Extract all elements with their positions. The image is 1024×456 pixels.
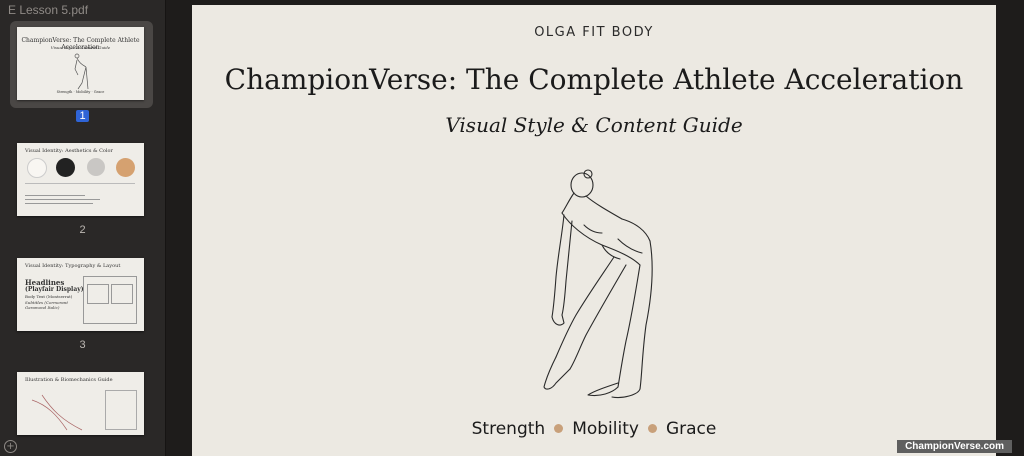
dancer-thumbnail-icon [74,53,89,90]
color-swatch [27,158,47,178]
color-swatch [56,158,75,177]
thumbnail-line: Body Text (Montserrat) [25,294,73,299]
tagline-grace: Grace [665,419,717,439]
slide-subtitle: Visual Style & Content Guide [445,113,743,137]
tagline-mobility: Mobility [572,419,639,439]
bullet-dot-icon [647,423,657,433]
watermark-badge: ChampionVerse.com [897,440,1012,453]
thumbnail-subtitle: Visual Style & Content Guide [50,45,111,50]
thumbnail-image[interactable]: Illustration & Biomechanics Guide [17,372,144,435]
thumbnail-title: Visual Identity: Typography & Layout [25,263,121,269]
thumbnail-image[interactable]: Visual Identity: Typography & Layout Hea… [17,258,144,331]
thumbnail-title: Visual Identity: Aesthetics & Color [25,148,113,154]
info-box [105,390,137,430]
color-swatch [116,158,135,177]
divider [25,195,85,196]
bullet-dot-icon [554,423,564,433]
thumbnail-image[interactable]: Visual Identity: Aesthetics & Color [17,143,144,216]
brand-label: OLGA FIT BODY [534,25,654,40]
ballet-dancer-illustration [543,169,653,399]
thumbnail-image[interactable]: ChampionVerse: The Complete Athlete Acce… [17,27,144,100]
color-swatch [87,158,105,176]
add-page-icon[interactable]: + [4,440,17,453]
divider [25,199,100,200]
page-number-1: 1 [0,110,165,122]
document-title: E Lesson 5.pdf [8,3,89,17]
biomechanics-thumbnail-icon [31,394,83,431]
layout-diagram [87,284,109,304]
divider [25,203,93,204]
page-number-2: 2 [79,224,86,236]
divider [25,183,135,184]
slide-page-1: OLGA FIT BODY ChampionVerse: The Complet… [192,5,996,456]
thumbnail-title: Illustration & Biomechanics Guide [25,377,113,383]
thumbnail-line: (Playfair Display) [25,286,84,293]
slide-headline: ChampionVerse: The Complete Athlete Acce… [224,63,964,96]
document-viewer: OLGA FIT BODY ChampionVerse: The Complet… [166,0,1024,456]
tagline-strength: Strength [471,419,546,439]
thumbnail-tagline: Strength · Mobility · Grace [56,90,105,94]
slide-tagline: Strength Mobility Grace [192,419,996,439]
thumbnail-line: Garamond Italic) [25,305,60,310]
page-thumbnail-sidebar: E Lesson 5.pdf ChampionVerse: The Comple… [0,0,166,456]
layout-diagram [111,284,133,304]
page-number-3: 3 [79,339,86,351]
